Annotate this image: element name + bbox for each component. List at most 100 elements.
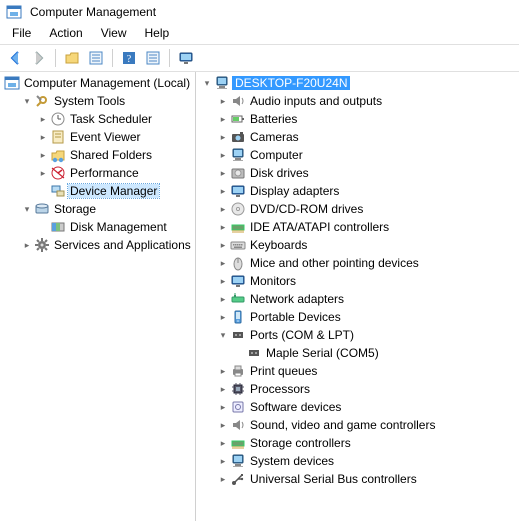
device-mice[interactable]: ▸ Mice and other pointing devices <box>196 254 519 272</box>
device-ports[interactable]: ▾Ports (COM & LPT) <box>196 326 519 344</box>
tree-label: Performance <box>68 166 139 180</box>
menu-help[interactable]: Help <box>137 24 178 42</box>
device-tree[interactable]: ▾ DESKTOP-F20U24N ▸ Audio inputs and outp… <box>196 72 519 521</box>
collapse-icon[interactable]: ▾ <box>20 94 34 108</box>
menu-action[interactable]: Action <box>41 24 90 42</box>
device-label: Keyboards <box>248 238 307 252</box>
expand-icon[interactable]: ▸ <box>216 292 230 306</box>
device-computer[interactable]: ▸Computer <box>196 146 519 164</box>
expand-icon[interactable]: ▸ <box>216 202 230 216</box>
console-tree[interactable]: Computer Management (Local) ▾ System Too… <box>0 72 196 521</box>
forward-button[interactable] <box>28 47 50 69</box>
help-button[interactable] <box>118 47 140 69</box>
expand-icon[interactable]: ▸ <box>216 364 230 378</box>
properties-button[interactable] <box>85 47 107 69</box>
expand-icon[interactable]: ▸ <box>216 94 230 108</box>
expand-icon[interactable]: ▸ <box>216 148 230 162</box>
device-label: Mice and other pointing devices <box>248 256 419 270</box>
device-usb[interactable]: ▸Universal Serial Bus controllers <box>196 470 519 488</box>
tree-event-viewer[interactable]: ▸ Event Viewer <box>0 128 195 146</box>
collapse-icon[interactable]: ▾ <box>216 328 230 342</box>
device-audio[interactable]: ▸ Audio inputs and outputs <box>196 92 519 110</box>
tree-storage[interactable]: ▾ Storage <box>0 200 195 218</box>
expand-icon[interactable]: ▸ <box>216 418 230 432</box>
device-disk-drives[interactable]: ▸ Disk drives <box>196 164 519 182</box>
expand-icon[interactable]: ▸ <box>36 166 50 180</box>
expand-icon[interactable]: ▸ <box>36 112 50 126</box>
device-label: System devices <box>248 454 334 468</box>
tree-performance[interactable]: ▸ Performance <box>0 164 195 182</box>
device-storage-controllers[interactable]: ▸ Storage controllers <box>196 434 519 452</box>
tree-disk-management[interactable]: Disk Management <box>0 218 195 236</box>
device-ide[interactable]: ▸IDE ATA/ATAPI controllers <box>196 218 519 236</box>
device-display[interactable]: ▸Display adapters <box>196 182 519 200</box>
collapse-icon[interactable]: ▾ <box>200 76 214 90</box>
device-host[interactable]: ▾ DESKTOP-F20U24N <box>196 74 519 92</box>
titlebar: Computer Management <box>0 0 519 22</box>
clock-icon <box>50 111 66 127</box>
show-hide-tree-button[interactable] <box>61 47 83 69</box>
device-monitors[interactable]: ▸Monitors <box>196 272 519 290</box>
cpu-icon <box>230 381 246 397</box>
expand-icon[interactable]: ▸ <box>36 148 50 162</box>
expand-icon[interactable]: ▸ <box>216 454 230 468</box>
expand-icon[interactable]: ▸ <box>216 472 230 486</box>
device-print-queues[interactable]: ▸Print queues <box>196 362 519 380</box>
tree-device-manager[interactable]: Device Manager <box>0 182 195 200</box>
tree-task-scheduler[interactable]: ▸ Task Scheduler <box>0 110 195 128</box>
spacer <box>36 184 50 198</box>
expand-icon[interactable]: ▸ <box>216 310 230 324</box>
tree-root[interactable]: Computer Management (Local) <box>0 74 195 92</box>
device-processors[interactable]: ▸Processors <box>196 380 519 398</box>
device-sound[interactable]: ▸ Sound, video and game controllers <box>196 416 519 434</box>
speaker-icon <box>230 417 246 433</box>
expand-icon[interactable]: ▸ <box>216 220 230 234</box>
device-label: Audio inputs and outputs <box>248 94 382 108</box>
toolbar-sep <box>55 49 56 67</box>
app-icon <box>6 4 22 20</box>
device-dvd[interactable]: ▸DVD/CD-ROM drives <box>196 200 519 218</box>
collapse-icon[interactable]: ▾ <box>20 202 34 216</box>
expand-icon[interactable]: ▸ <box>216 256 230 270</box>
monitor-icon <box>230 183 246 199</box>
expand-icon[interactable]: ▸ <box>216 184 230 198</box>
toolbar-sep-2 <box>112 49 113 67</box>
device-label: Disk drives <box>248 166 309 180</box>
device-batteries[interactable]: ▸Batteries <box>196 110 519 128</box>
device-software[interactable]: ▸Software devices <box>196 398 519 416</box>
device-system[interactable]: ▸ System devices <box>196 452 519 470</box>
tree-label: Computer Management (Local) <box>22 76 190 90</box>
tree-system-tools[interactable]: ▾ System Tools <box>0 92 195 110</box>
battery-icon <box>230 111 246 127</box>
expand-icon[interactable]: ▸ <box>20 238 34 252</box>
expand-icon[interactable]: ▸ <box>216 400 230 414</box>
expand-icon[interactable]: ▸ <box>216 130 230 144</box>
back-button[interactable] <box>4 47 26 69</box>
device-cameras[interactable]: ▸ Cameras <box>196 128 519 146</box>
window-title: Computer Management <box>30 5 156 19</box>
expand-icon[interactable]: ▸ <box>216 274 230 288</box>
action-button[interactable] <box>142 47 164 69</box>
device-label: DESKTOP-F20U24N <box>232 76 350 90</box>
expand-icon[interactable]: ▸ <box>216 166 230 180</box>
menu-file[interactable]: File <box>4 24 39 42</box>
spacer <box>36 220 50 234</box>
expand-icon[interactable]: ▸ <box>216 112 230 126</box>
menu-view[interactable]: View <box>93 24 135 42</box>
device-keyboards[interactable]: ▸ Keyboards <box>196 236 519 254</box>
device-label: Sound, video and game controllers <box>248 418 435 432</box>
tree-services-apps[interactable]: ▸ Services and Applications <box>0 236 195 254</box>
device-label: Cameras <box>248 130 299 144</box>
expand-icon[interactable]: ▸ <box>216 436 230 450</box>
monitor-button[interactable] <box>175 47 197 69</box>
expand-icon[interactable]: ▸ <box>36 130 50 144</box>
device-network[interactable]: ▸Network adapters <box>196 290 519 308</box>
device-maple-serial[interactable]: Maple Serial (COM5) <box>196 344 519 362</box>
expand-icon[interactable]: ▸ <box>216 238 230 252</box>
tree-shared-folders[interactable]: ▸ Shared Folders <box>0 146 195 164</box>
device-label: Storage controllers <box>248 436 351 450</box>
toolbar <box>0 44 519 72</box>
expand-icon[interactable]: ▸ <box>216 382 230 396</box>
device-portable[interactable]: ▸Portable Devices <box>196 308 519 326</box>
performance-icon <box>50 165 66 181</box>
